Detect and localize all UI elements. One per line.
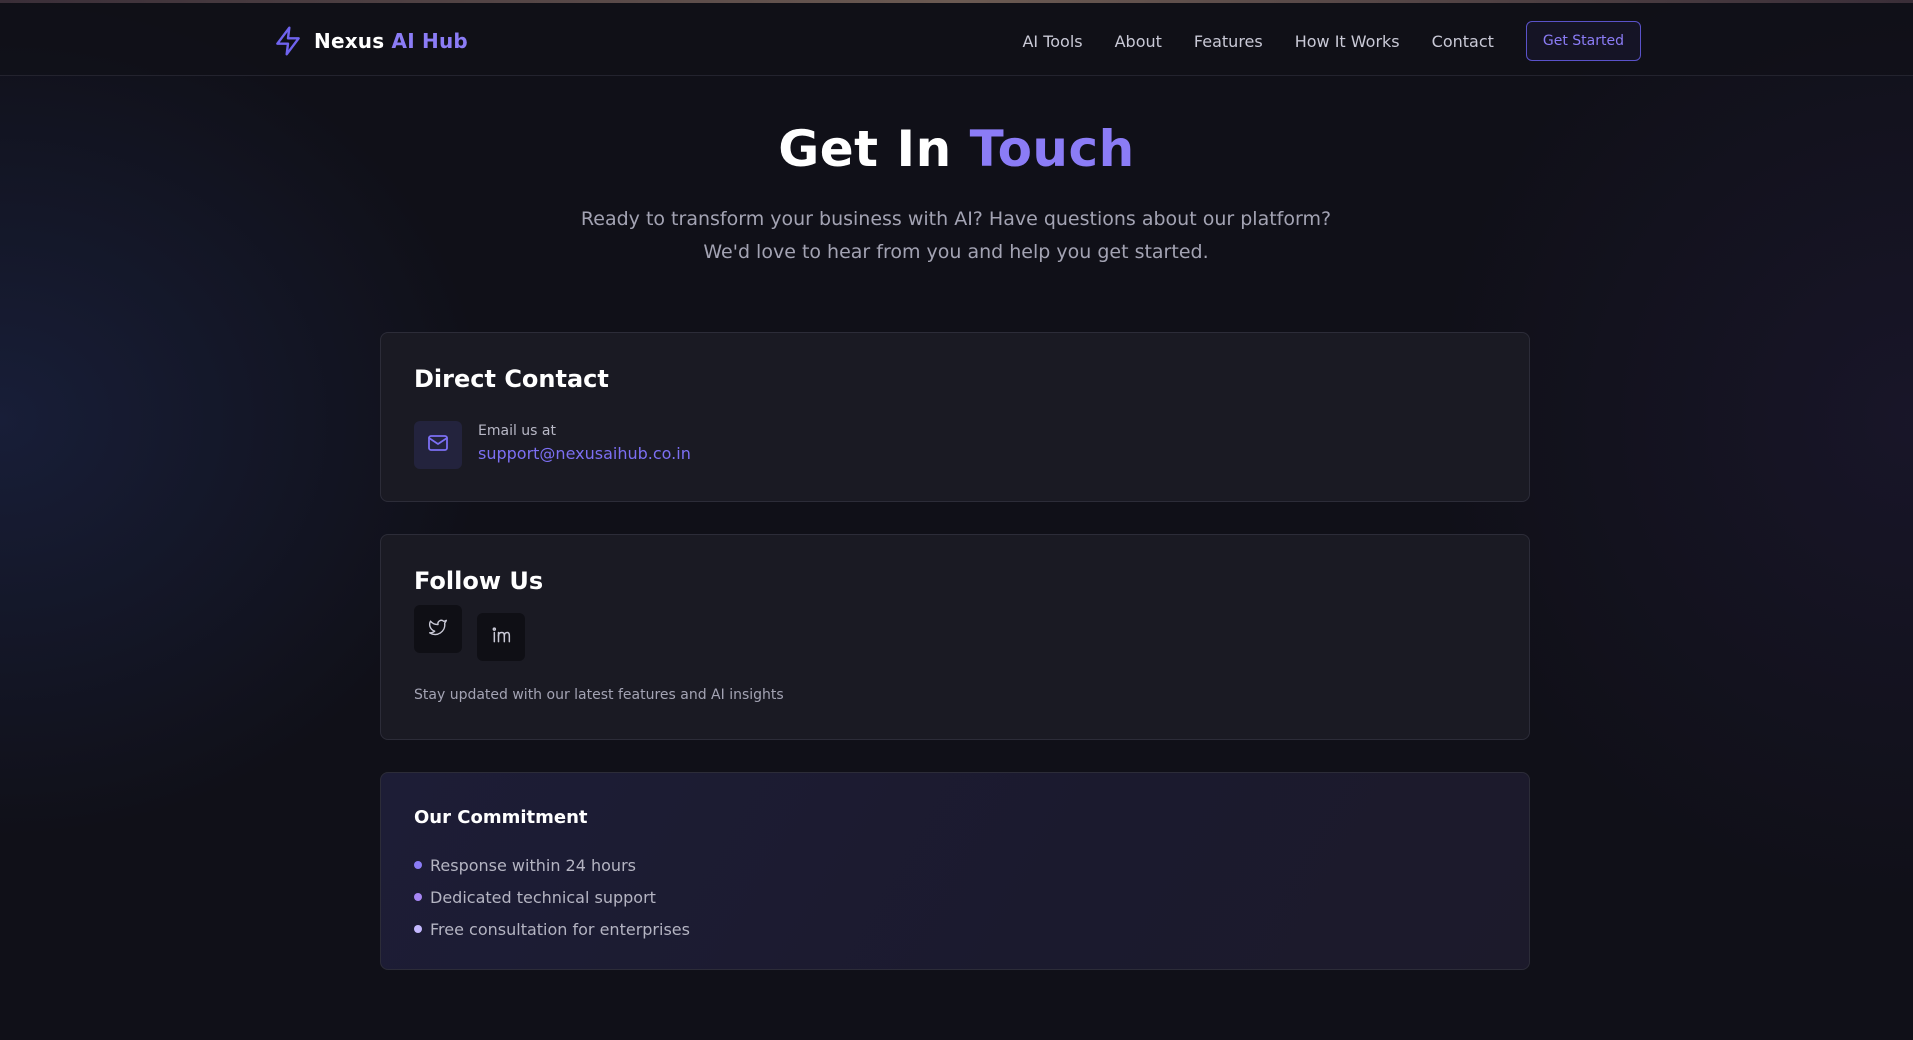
site-header: Nexus AI Hub AI Tools About Features How… — [0, 3, 1913, 76]
get-started-button[interactable]: Get Started — [1525, 21, 1641, 61]
nav-link-features[interactable]: Features — [1194, 32, 1263, 51]
page-title: Get In Touch — [0, 120, 1913, 178]
follow-us-heading: Follow Us — [414, 567, 544, 595]
brand-logo[interactable]: Nexus AI Hub — [272, 23, 468, 59]
main-nav: AI Tools About Features How It Works Con… — [990, 21, 1641, 61]
bullet-dot — [414, 893, 422, 901]
brand-name-accent: AI Hub — [391, 29, 468, 53]
direct-contact-heading: Direct Contact — [414, 365, 609, 393]
list-item: Free consultation for enterprises — [414, 913, 690, 945]
twitter-button[interactable] — [414, 605, 462, 653]
bullet-dot — [414, 861, 422, 869]
mail-icon-box — [414, 421, 462, 469]
commitment-list: Response within 24 hours Dedicated techn… — [414, 849, 690, 945]
email-label: Email us at — [478, 423, 556, 439]
commitment-card: Our Commitment Response within 24 hours … — [380, 772, 1530, 970]
mail-icon — [426, 431, 450, 459]
page-title-accent: Touch — [969, 120, 1135, 178]
nav-link-ai-tools[interactable]: AI Tools — [1022, 32, 1082, 51]
list-item: Response within 24 hours — [414, 849, 690, 881]
nav-link-contact[interactable]: Contact — [1432, 32, 1494, 51]
linkedin-button[interactable] — [477, 613, 525, 661]
list-item: Dedicated technical support — [414, 881, 690, 913]
lightning-bolt-icon — [272, 25, 304, 57]
commitment-item-text: Dedicated technical support — [430, 887, 656, 907]
nav-link-how-it-works[interactable]: How It Works — [1295, 32, 1400, 51]
commitment-heading: Our Commitment — [414, 807, 588, 828]
brand-name-main: Nexus — [314, 29, 385, 53]
commitment-item-text: Free consultation for enterprises — [430, 919, 690, 939]
bullet-dot — [414, 925, 422, 933]
follow-us-note: Stay updated with our latest features an… — [414, 687, 784, 703]
page-subtitle: Ready to transform your business with AI… — [580, 208, 1332, 263]
twitter-icon — [428, 617, 448, 641]
follow-us-card: Follow Us Stay updated with our latest f… — [380, 534, 1530, 740]
nav-link-about[interactable]: About — [1115, 32, 1162, 51]
email-link[interactable]: support@nexusaihub.co.in — [478, 444, 691, 463]
direct-contact-card: Direct Contact Email us at support@nexus… — [380, 332, 1530, 502]
page-title-main: Get In — [778, 120, 952, 178]
brand-name: Nexus AI Hub — [314, 29, 468, 53]
linkedin-icon — [491, 625, 511, 649]
commitment-item-text: Response within 24 hours — [430, 855, 636, 875]
